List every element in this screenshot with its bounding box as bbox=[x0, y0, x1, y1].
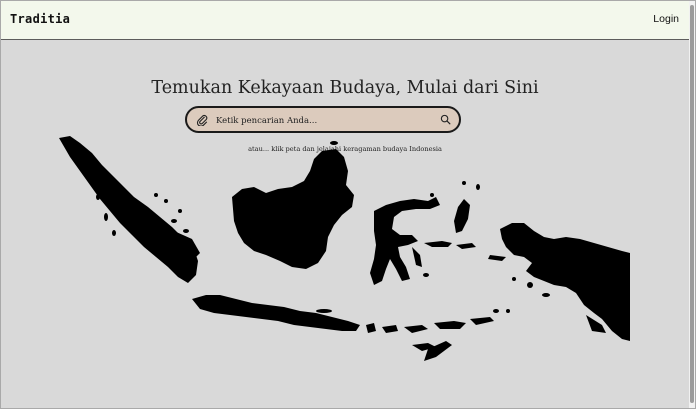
brand-logo[interactable]: Traditia bbox=[10, 12, 70, 26]
navbar: Traditia Login bbox=[1, 1, 689, 40]
map-region-nusa-tenggara[interactable] bbox=[366, 323, 376, 333]
map-region-sumatra[interactable] bbox=[59, 136, 198, 283]
map-region-sulawesi[interactable] bbox=[370, 197, 440, 285]
map-region-kalimantan[interactable] bbox=[232, 149, 354, 269]
map-region-maluku[interactable] bbox=[454, 199, 470, 233]
map-region-papua[interactable] bbox=[500, 223, 630, 341]
browser-viewport: Traditia Login Temukan Kekayaan Budaya, … bbox=[0, 0, 696, 409]
login-link[interactable]: Login bbox=[653, 13, 679, 25]
scrollbar[interactable] bbox=[689, 1, 695, 408]
scrollbar-thumb[interactable] bbox=[690, 5, 694, 403]
paperclip-icon[interactable] bbox=[196, 114, 208, 126]
search-icon[interactable] bbox=[440, 114, 451, 125]
hero-title: Temukan Kekayaan Budaya, Mulai dari Sini bbox=[151, 78, 539, 98]
indonesia-map[interactable] bbox=[56, 135, 636, 395]
search-bar[interactable] bbox=[185, 106, 461, 133]
search-input[interactable] bbox=[214, 112, 438, 130]
map-region-jawa[interactable] bbox=[192, 295, 360, 331]
